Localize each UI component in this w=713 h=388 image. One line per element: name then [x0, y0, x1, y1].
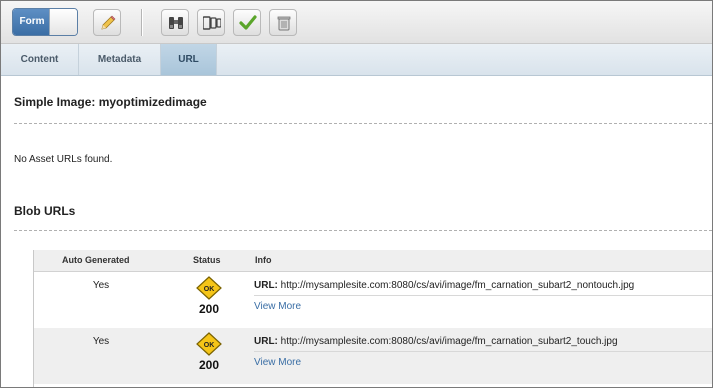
row-divider — [254, 295, 712, 296]
app-window: Form Content Metadata URL Simple Image: … — [0, 0, 713, 388]
url-text: URL: http://mysamplesite.com:8080/cs/avi… — [254, 280, 634, 291]
url-label: URL: — [254, 280, 278, 291]
devices-icon — [203, 16, 221, 30]
table-row: Yes OK 200 URL: http://mysamplesite.com:… — [34, 328, 712, 384]
trash-icon — [277, 16, 291, 31]
toggle-knob[interactable] — [49, 9, 77, 35]
url-label: URL: — [254, 336, 278, 347]
checkmark-icon — [239, 15, 257, 30]
url-value: http://mysamplesite.com:8080/cs/avi/imag… — [280, 336, 618, 347]
form-toggle[interactable]: Form — [12, 8, 78, 36]
row-divider — [254, 351, 712, 352]
blob-urls-table: Auto Generated Status Info Yes OK 200 UR… — [33, 250, 712, 387]
edit-button[interactable] — [93, 9, 121, 36]
url-value: http://mysamplesite.com:8080/cs/avi/imag… — [280, 280, 635, 291]
divider — [14, 123, 712, 124]
col-info: Info — [255, 255, 272, 265]
tab-content[interactable]: Content — [1, 44, 79, 75]
blob-urls-heading: Blob URLs — [14, 204, 76, 218]
delete-button[interactable] — [269, 9, 297, 36]
approve-button[interactable] — [233, 9, 261, 36]
binoculars-icon — [169, 17, 183, 29]
divider — [14, 230, 712, 231]
status-code: 200 — [198, 302, 220, 316]
col-auto-generated: Auto Generated — [62, 255, 130, 265]
status-badge-label: OK — [204, 342, 215, 349]
asset-urls-message: No Asset URLs found. — [14, 154, 113, 165]
url-text: URL: http://mysamplesite.com:8080/cs/avi… — [254, 336, 618, 347]
preview-button[interactable] — [161, 9, 189, 36]
tab-url[interactable]: URL — [161, 44, 217, 75]
toolbar-separator — [141, 9, 143, 36]
page-title: Simple Image: myoptimizedimage — [14, 95, 207, 109]
view-more-link[interactable]: View More — [254, 301, 301, 312]
auto-generated-value: Yes — [92, 336, 110, 347]
pencil-icon — [101, 15, 116, 30]
form-toggle-label: Form — [13, 9, 51, 35]
table-row: Yes OK 200 URL: http://mysamplesite.com:… — [34, 272, 712, 328]
view-more-link[interactable]: View More — [254, 357, 301, 368]
col-status: Status — [193, 255, 221, 265]
status-ok-icon: OK — [196, 332, 222, 356]
table-header: Auto Generated Status Info — [34, 250, 712, 272]
status-badge-label: OK — [204, 286, 215, 293]
status-code: 200 — [198, 358, 220, 372]
auto-generated-value: Yes — [92, 280, 110, 291]
tab-bar: Content Metadata URL — [1, 44, 712, 76]
device-preview-button[interactable] — [197, 9, 225, 36]
status-ok-icon: OK — [196, 276, 222, 300]
toolbar: Form — [1, 1, 712, 44]
tab-metadata[interactable]: Metadata — [79, 44, 161, 75]
